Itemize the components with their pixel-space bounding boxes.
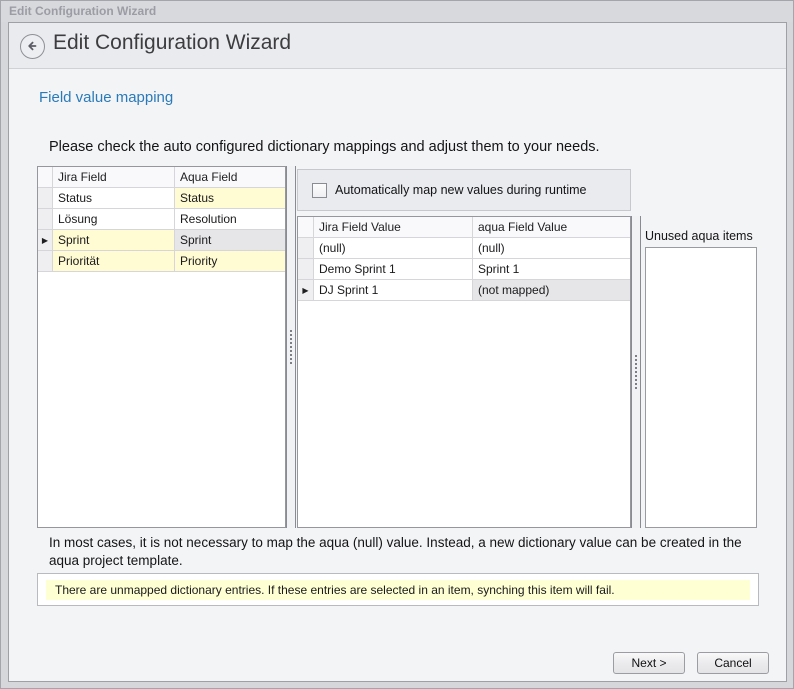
- note-text: In most cases, it is not necessary to ma…: [49, 534, 749, 570]
- table-row-current: ▶ DJ Sprint 1 (not mapped): [298, 280, 630, 301]
- splitter-left[interactable]: [286, 166, 296, 528]
- wizard-window: Edit Configuration Wizard Edit Configura…: [0, 0, 794, 689]
- auto-map-label: Automatically map new values during runt…: [335, 183, 587, 197]
- row-selector[interactable]: [298, 238, 314, 259]
- next-button[interactable]: Next >: [613, 652, 685, 674]
- jira-field-cell[interactable]: Priorität: [53, 251, 175, 272]
- column-header-jira-value[interactable]: Jira Field Value: [314, 217, 473, 238]
- warning-box: There are unmapped dictionary entries. I…: [37, 573, 759, 606]
- window-title: Edit Configuration Wizard: [9, 4, 156, 18]
- wizard-dialog: Edit Configuration Wizard Field value ma…: [8, 22, 787, 682]
- current-row-icon[interactable]: ▶: [38, 230, 53, 251]
- wizard-content: Field value mapping Please check the aut…: [9, 69, 786, 681]
- splitter-grip-icon: [290, 330, 292, 364]
- window-titlebar[interactable]: Edit Configuration Wizard: [1, 1, 793, 22]
- field-mapping-table: Jira Field Aqua Field Status Status Lösu…: [37, 166, 286, 528]
- table-row: Lösung Resolution: [38, 209, 285, 230]
- splitter-right[interactable]: [631, 216, 641, 528]
- column-header-aqua-field[interactable]: Aqua Field: [175, 167, 285, 188]
- row-selector-header: [298, 217, 314, 238]
- aqua-field-cell-selected[interactable]: Sprint: [175, 230, 285, 251]
- wizard-header: Edit Configuration Wizard: [9, 23, 786, 69]
- row-selector[interactable]: [38, 251, 53, 272]
- unused-items-listbox[interactable]: [645, 247, 757, 528]
- jira-value-cell[interactable]: Demo Sprint 1: [314, 259, 473, 280]
- column-header-jira-field[interactable]: Jira Field: [53, 167, 175, 188]
- auto-map-panel: Automatically map new values during runt…: [297, 169, 631, 211]
- aqua-value-cell[interactable]: (null): [473, 238, 630, 259]
- aqua-field-cell[interactable]: Resolution: [175, 209, 285, 230]
- table-row: Priorität Priority: [38, 251, 285, 272]
- aqua-field-cell[interactable]: Priority: [175, 251, 285, 272]
- row-selector[interactable]: [298, 259, 314, 280]
- jira-value-cell[interactable]: DJ Sprint 1: [314, 280, 473, 301]
- auto-map-checkbox[interactable]: [312, 183, 327, 198]
- instruction-text: Please check the auto configured diction…: [49, 139, 600, 155]
- row-selector[interactable]: [38, 209, 53, 230]
- table-row: Status Status: [38, 188, 285, 209]
- aqua-field-cell[interactable]: Status: [175, 188, 285, 209]
- row-selector[interactable]: [38, 188, 53, 209]
- aqua-value-cell[interactable]: Sprint 1: [473, 259, 630, 280]
- field-table-header: Jira Field Aqua Field: [38, 167, 285, 188]
- section-title: Field value mapping: [39, 89, 173, 106]
- page-title: Edit Configuration Wizard: [53, 31, 291, 55]
- warning-message: There are unmapped dictionary entries. I…: [46, 580, 750, 600]
- table-row: Demo Sprint 1 Sprint 1: [298, 259, 630, 280]
- row-selector-header: [38, 167, 53, 188]
- value-table-header: Jira Field Value aqua Field Value: [298, 217, 630, 238]
- jira-field-cell[interactable]: Status: [53, 188, 175, 209]
- table-row: (null) (null): [298, 238, 630, 259]
- jira-field-cell[interactable]: Lösung: [53, 209, 175, 230]
- current-row-icon[interactable]: ▶: [298, 280, 314, 301]
- table-row-current: ▶ Sprint Sprint: [38, 230, 285, 251]
- jira-field-cell[interactable]: Sprint: [53, 230, 175, 251]
- value-mapping-table: Jira Field Value aqua Field Value (null)…: [297, 216, 631, 528]
- column-header-aqua-value[interactable]: aqua Field Value: [473, 217, 630, 238]
- unused-items-label: Unused aqua items: [645, 229, 753, 243]
- aqua-value-cell-selected[interactable]: (not mapped): [473, 280, 630, 301]
- back-button[interactable]: [20, 34, 45, 59]
- jira-value-cell[interactable]: (null): [314, 238, 473, 259]
- splitter-grip-icon: [635, 355, 637, 389]
- cancel-button[interactable]: Cancel: [697, 652, 769, 674]
